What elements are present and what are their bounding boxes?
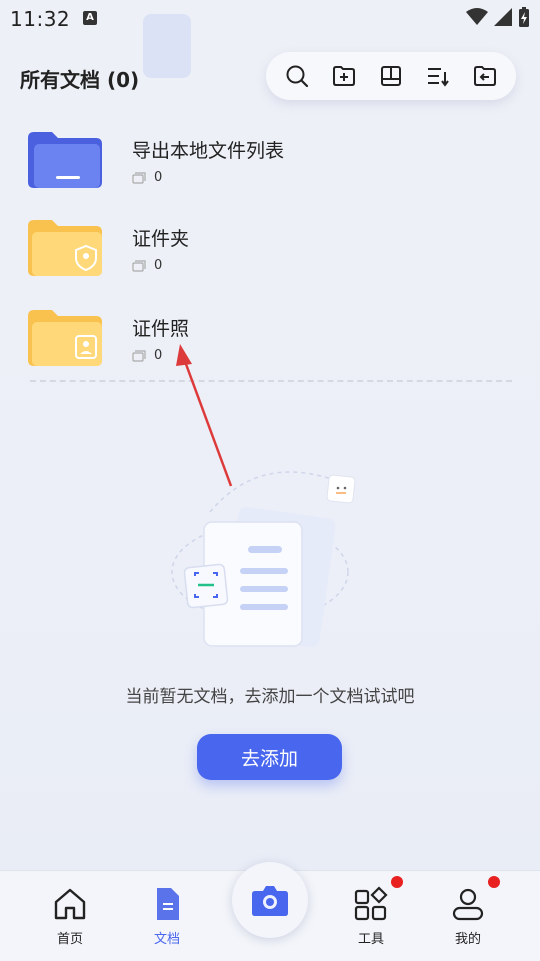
nav-tools-label: 工具 [357,932,384,947]
nav-active-highlight [143,14,191,78]
document-icon [157,888,179,920]
user-icon [452,888,484,921]
add-document-button[interactable]: 去添加 [197,734,342,780]
empty-documents-illustration [171,471,356,648]
camera-scan-button[interactable] [232,862,308,938]
home-icon [54,888,86,920]
nav-profile-label: 我的 [454,932,481,947]
nav-tools[interactable]: 工具 [341,884,401,948]
profile-badge-dot [488,876,500,888]
empty-state-message: 当前暂无文档，去添加一个文档试试吧 [125,687,415,707]
nav-profile[interactable]: 我的 [438,884,498,948]
tools-grid-icon [354,886,388,921]
nav-home[interactable]: 首页 [40,884,100,948]
nav-documents-label: 文档 [153,932,180,947]
nav-documents[interactable]: 文档 [137,884,197,948]
tools-badge-dot [391,876,403,888]
camera-icon [252,886,288,916]
nav-home-label: 首页 [56,932,83,947]
